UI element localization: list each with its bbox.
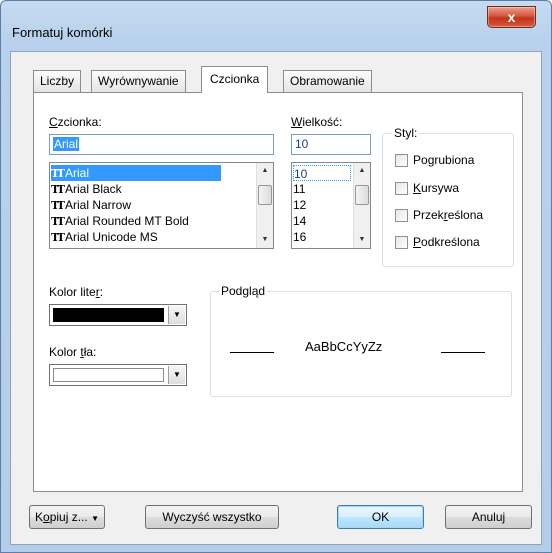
- tab-label: Liczby: [40, 74, 75, 88]
- list-item[interactable]: TT Arial: [51, 165, 221, 181]
- font-tab-panel: Czcionka: Arial TT Arial TT Arial Black TT…: [33, 92, 523, 492]
- size-value: 10: [295, 137, 309, 151]
- chevron-down-icon[interactable]: ▼: [168, 306, 185, 324]
- font-color-combo[interactable]: ▼: [49, 304, 187, 326]
- preview-line-left: [230, 352, 274, 353]
- preview-title: Podgląd: [219, 284, 268, 298]
- scroll-up-icon[interactable]: ▲: [257, 163, 273, 179]
- scroll-down-icon[interactable]: ▼: [257, 232, 273, 248]
- list-item[interactable]: 16: [293, 229, 306, 245]
- list-item[interactable]: TT Arial Black: [51, 181, 122, 197]
- scroll-down-icon[interactable]: ▼: [354, 232, 370, 248]
- underline-checkbox[interactable]: [395, 236, 408, 249]
- close-button[interactable]: x: [487, 6, 536, 28]
- tab-wyrownywanie[interactable]: Wyrównywanie: [91, 70, 186, 92]
- close-icon: x: [507, 9, 516, 25]
- chevron-down-icon[interactable]: ▼: [168, 366, 185, 384]
- preview-line-right: [441, 352, 485, 353]
- truetype-icon: TT: [51, 199, 65, 212]
- truetype-icon: TT: [51, 167, 65, 180]
- style-group-title: Styl:: [392, 126, 420, 140]
- italic-checkbox[interactable]: [395, 182, 408, 195]
- tab-label: Obramowanie: [290, 74, 365, 88]
- font-list-scrollbar[interactable]: ▲ ▼: [256, 163, 273, 248]
- list-item[interactable]: 14: [293, 213, 306, 229]
- size-listbox[interactable]: 10 11 12 14 16 ▲ ▼: [291, 162, 371, 249]
- font-listbox[interactable]: TT Arial TT Arial Black TT Arial Narrow TT A…: [49, 162, 274, 249]
- bold-checkbox[interactable]: [395, 154, 408, 167]
- list-item[interactable]: TT Arial Narrow: [51, 197, 131, 213]
- truetype-icon: TT: [51, 231, 65, 244]
- tab-liczby[interactable]: Liczby: [33, 70, 82, 92]
- strikethrough-label: Przekreślona: [413, 208, 484, 222]
- list-item[interactable]: 12: [293, 197, 306, 213]
- cancel-button[interactable]: Anuluj: [445, 505, 532, 529]
- window-title: Formatuj komórki: [12, 25, 113, 40]
- italic-label: Kursywa: [413, 181, 460, 195]
- clear-all-button[interactable]: Wyczyść wszystko: [145, 505, 279, 529]
- list-item[interactable]: TT Arial Rounded MT Bold: [51, 213, 189, 229]
- list-item[interactable]: 10: [293, 165, 351, 181]
- bg-color-label: Kolor tła:: [49, 345, 97, 359]
- font-label: Czcionka:: [49, 115, 102, 129]
- dialog-window: Formatuj komórki x Liczby Wyrównywanie C…: [0, 0, 552, 553]
- bg-color-swatch: [53, 368, 164, 382]
- scroll-thumb[interactable]: [258, 185, 272, 205]
- scroll-up-icon[interactable]: ▲: [354, 163, 370, 179]
- tab-label: Wyrównywanie: [98, 74, 179, 88]
- bg-color-combo[interactable]: ▼: [49, 364, 187, 386]
- list-item[interactable]: TT Arial Unicode MS: [51, 229, 158, 245]
- font-color-label: Kolor liter:: [49, 285, 104, 299]
- truetype-icon: TT: [51, 215, 65, 228]
- dialog-body: Liczby Wyrównywanie Czcionka Obramowanie…: [10, 51, 542, 545]
- size-label: Wielkość:: [291, 115, 343, 129]
- truetype-icon: TT: [51, 183, 65, 196]
- tab-label: Czcionka: [210, 72, 260, 86]
- underline-label: Podkreślona: [413, 235, 480, 249]
- copy-from-button[interactable]: Kopiuj z... ▼: [29, 505, 105, 529]
- size-list-scrollbar[interactable]: ▲ ▼: [353, 163, 370, 248]
- scroll-thumb[interactable]: [355, 185, 369, 205]
- strikethrough-checkbox[interactable]: [395, 209, 408, 222]
- size-input[interactable]: 10: [291, 134, 371, 155]
- font-name-input[interactable]: Arial: [49, 134, 274, 155]
- font-color-swatch: [53, 308, 164, 322]
- ok-button[interactable]: OK: [337, 505, 424, 529]
- bold-label: Pogrubiona: [413, 153, 475, 167]
- chevron-down-icon: ▼: [91, 514, 99, 523]
- tab-czcionka[interactable]: Czcionka: [201, 66, 269, 93]
- list-item[interactable]: 11: [293, 181, 305, 197]
- tab-obramowanie[interactable]: Obramowanie: [283, 70, 372, 92]
- preview-sample: AaBbCcYyZz: [305, 339, 383, 354]
- font-name-value: Arial: [53, 137, 80, 151]
